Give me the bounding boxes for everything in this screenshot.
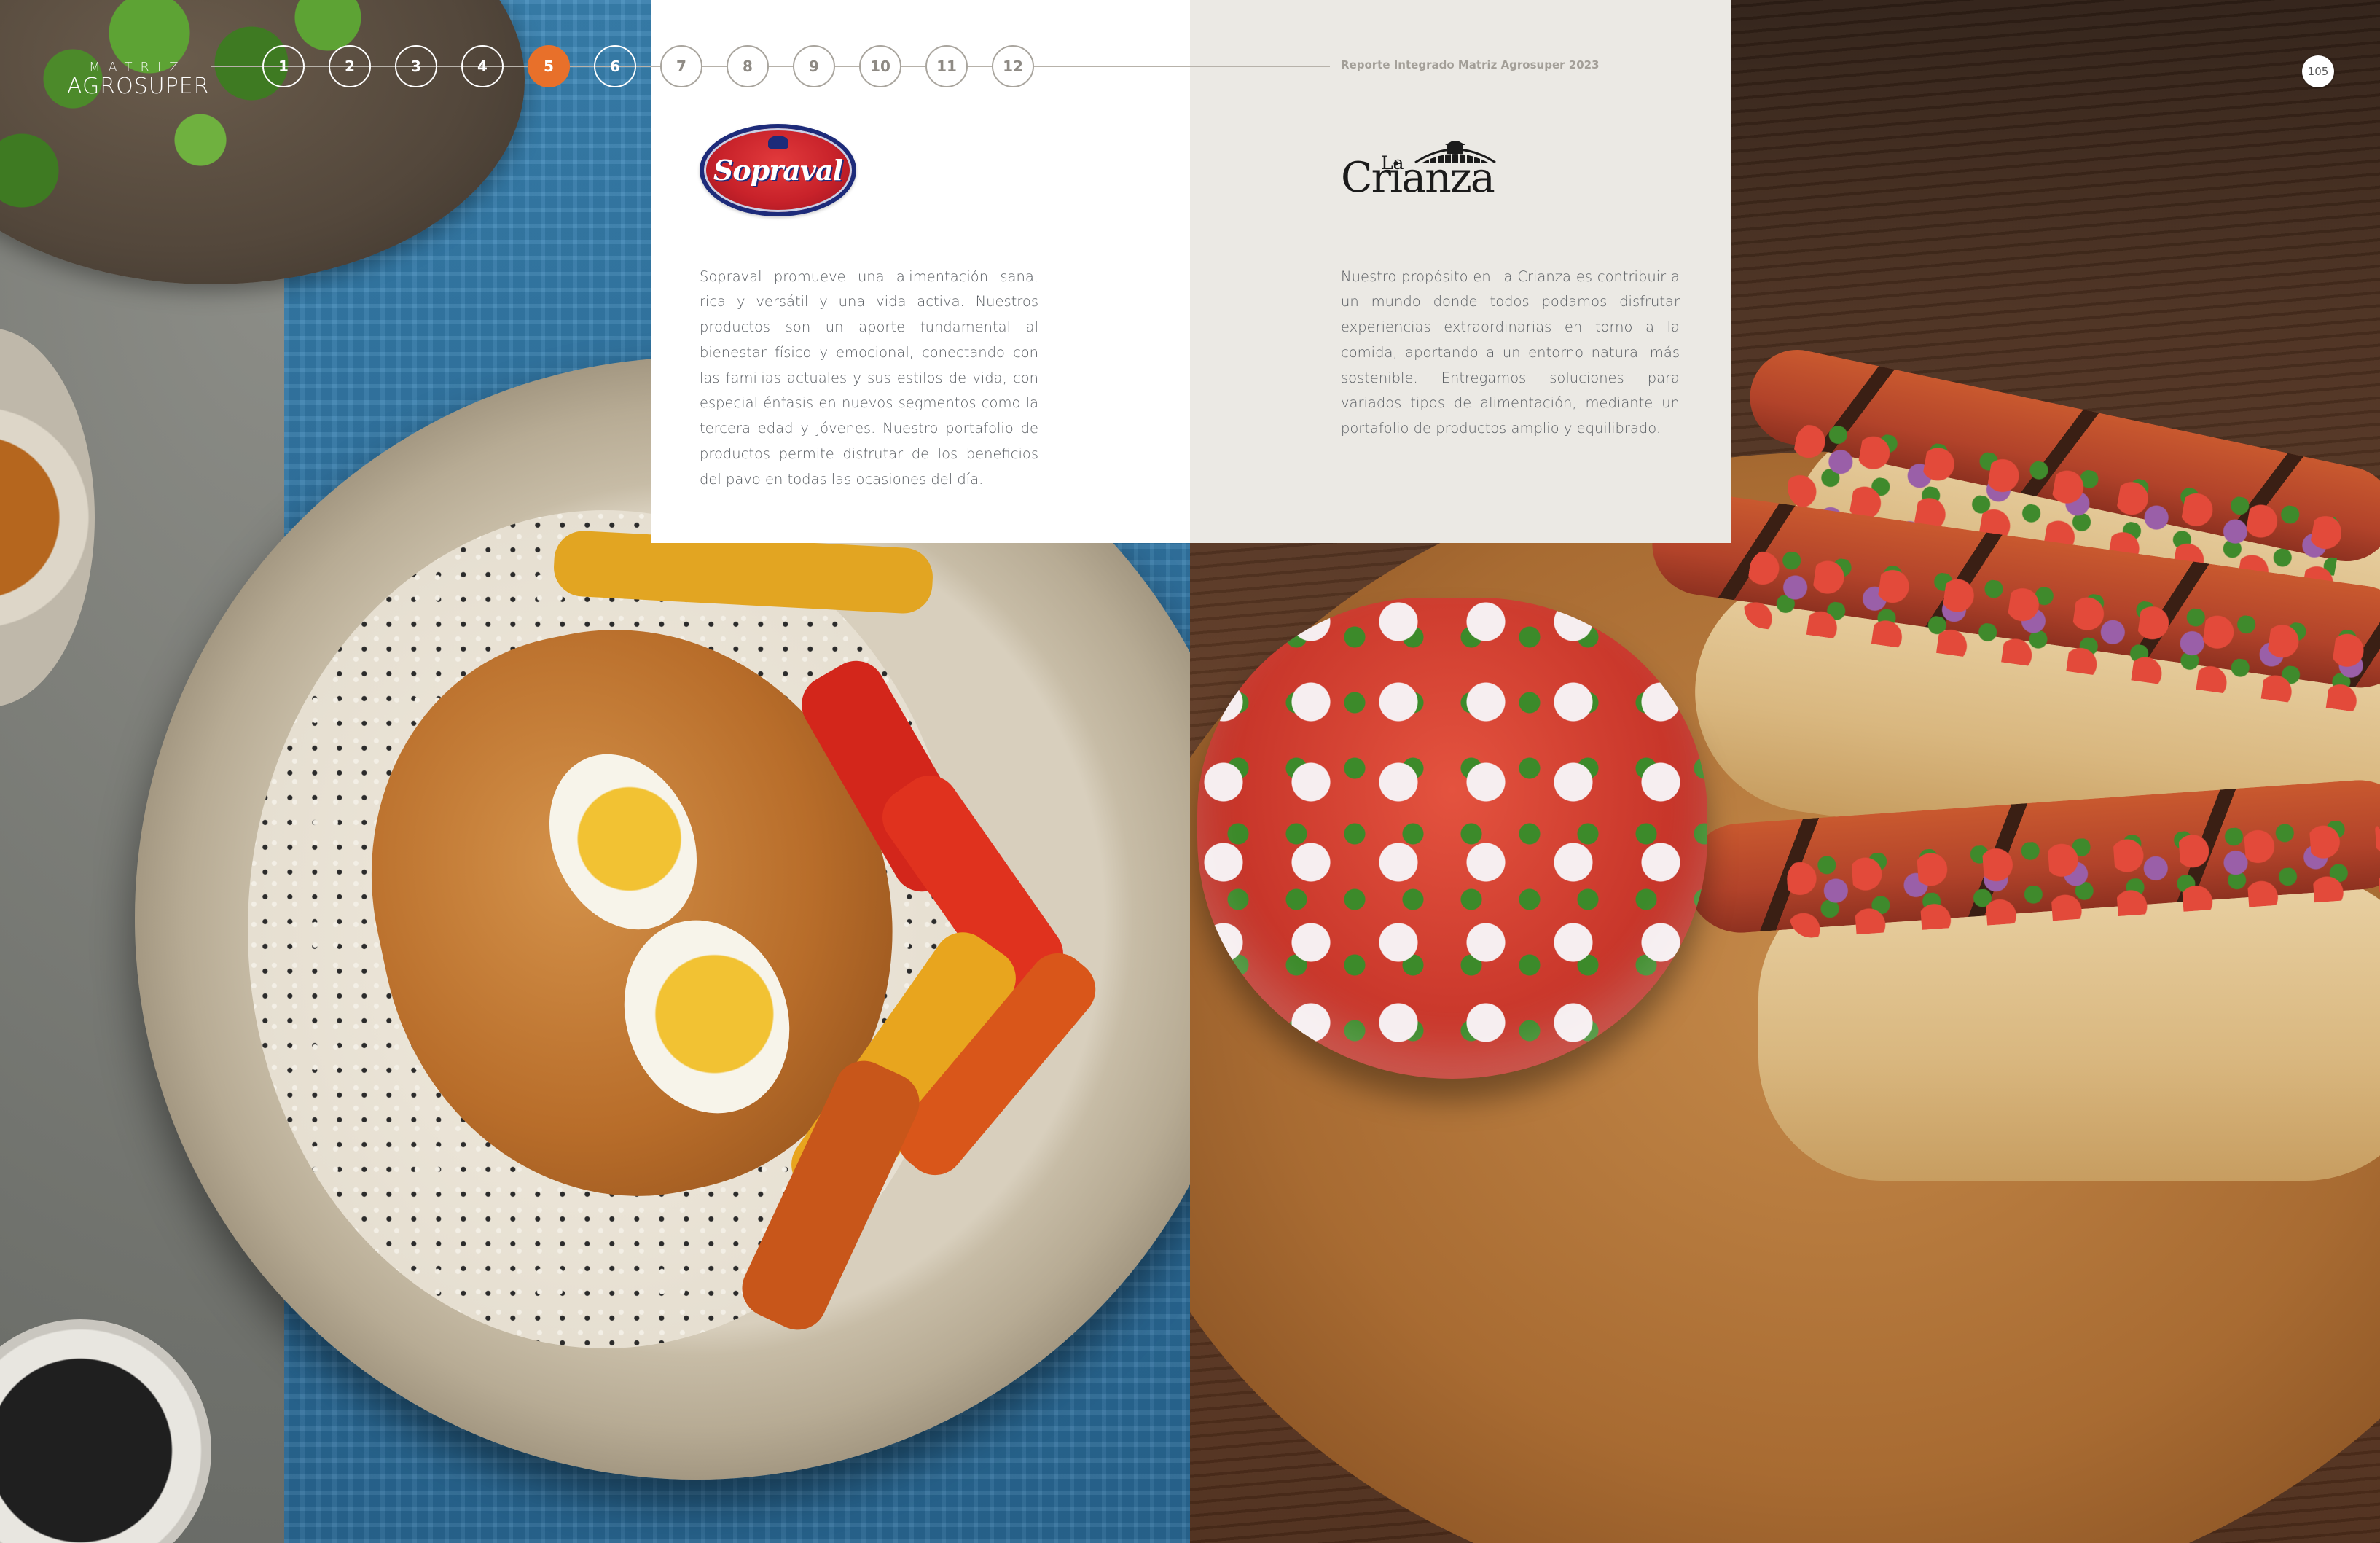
chapter-nav-line xyxy=(211,66,1330,67)
page-number: 105 xyxy=(2302,55,2334,87)
chapter-nav-3[interactable]: 3 xyxy=(395,45,437,87)
chapter-nav-10[interactable]: 10 xyxy=(859,45,901,87)
chapter-nav-7[interactable]: 7 xyxy=(660,45,702,87)
chapter-nav-4[interactable]: 4 xyxy=(461,45,504,87)
sopraval-logo: Sopraval xyxy=(700,124,856,216)
chapter-nav-8[interactable]: 8 xyxy=(727,45,769,87)
sauce-bowl xyxy=(0,328,95,707)
sopraval-description: Sopraval promueve una alimentación sana,… xyxy=(700,267,1038,488)
crest-icon xyxy=(767,136,788,149)
chapter-nav-12[interactable]: 12 xyxy=(992,45,1034,87)
la-crianza-description: Nuestro propósito en La Crianza es contr… xyxy=(1341,267,1680,437)
brand-small: MATRIZ xyxy=(89,60,187,75)
la-crianza-panel: La Crianza Nuestro propósito en La Crian… xyxy=(1190,0,1731,543)
matriz-agrosuper-logo[interactable]: MATRIZ AGROSUPER xyxy=(67,60,210,99)
salsa-glass-bowl xyxy=(1197,598,1707,1079)
chapter-nav-1[interactable]: 1 xyxy=(262,45,305,87)
poppy-seed-bowl xyxy=(0,1319,211,1543)
la-crianza-logo: La Crianza xyxy=(1341,135,1508,215)
parsley-herbs xyxy=(0,0,481,262)
sopraval-wordmark: Sopraval xyxy=(713,154,843,187)
chapter-nav-9[interactable]: 9 xyxy=(793,45,835,87)
sopraval-panel: Sopraval Sopraval promueve una alimentac… xyxy=(651,0,1190,543)
chapter-nav-2[interactable]: 2 xyxy=(329,45,371,87)
report-title: Reporte Integrado Matriz Agrosuper 2023 xyxy=(1341,58,1600,71)
la-crianza-logo-word: Crianza xyxy=(1341,154,1495,202)
chapter-nav-5[interactable]: 5 xyxy=(528,45,570,87)
brand-big: AGROSUPER xyxy=(67,74,210,99)
chapter-nav-11[interactable]: 11 xyxy=(925,45,968,87)
chapter-nav-6[interactable]: 6 xyxy=(594,45,636,87)
